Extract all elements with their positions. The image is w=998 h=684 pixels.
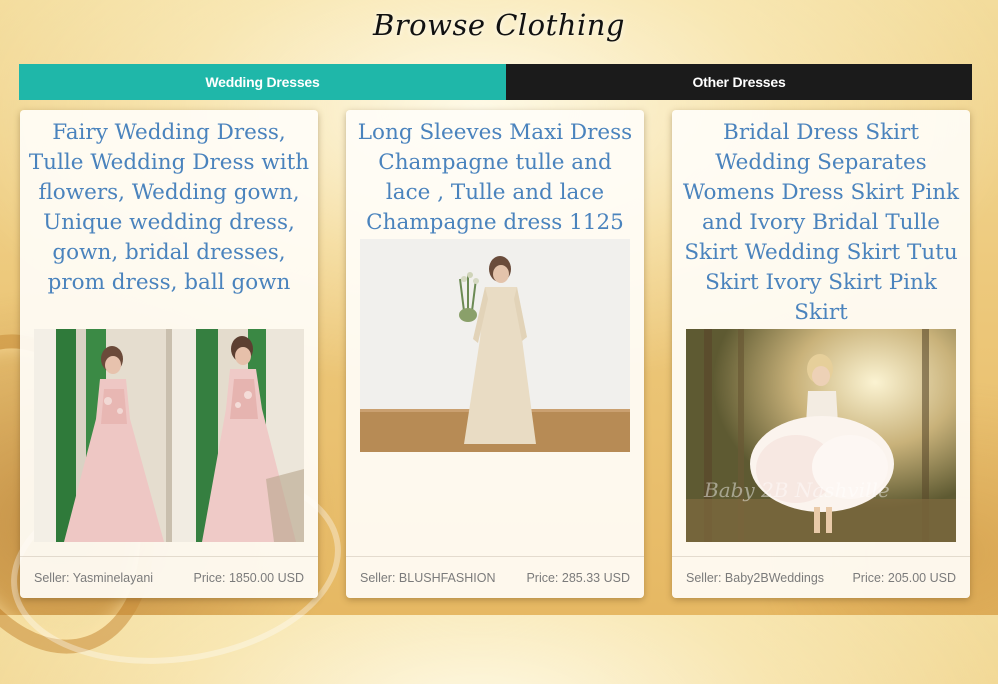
price-label: Price:	[193, 570, 226, 585]
product-card[interactable]: Fairy Wedding Dress, Tulle Wedding Dress…	[20, 110, 318, 598]
tab-other-dresses[interactable]: Other Dresses	[506, 64, 972, 100]
seller-info: Seller: Yasminelayani	[34, 571, 153, 585]
tab-wedding-dresses[interactable]: Wedding Dresses	[19, 64, 506, 100]
price-value: 205.00 USD	[887, 570, 956, 585]
price-label: Price:	[526, 570, 559, 585]
seller-info: Seller: BLUSHFASHION	[360, 571, 495, 585]
price-label: Price:	[852, 570, 885, 585]
page-title: Browse Clothing	[373, 8, 625, 42]
seller-label: Seller:	[686, 570, 722, 585]
seller-name: Baby2BWeddings	[724, 570, 825, 585]
image-watermark: Baby 2B Nashville	[703, 478, 890, 502]
product-footer: Seller: BLUSHFASHION Price: 285.33 USD	[346, 556, 644, 598]
price-value: 285.33 USD	[561, 570, 630, 585]
product-image[interactable]	[34, 329, 304, 542]
product-footer: Seller: Yasminelayani Price: 1850.00 USD	[20, 556, 318, 598]
price-info: Price: 285.33 USD	[526, 571, 630, 585]
product-title-link[interactable]: Bridal Dress Skirt Wedding Separates Wom…	[680, 118, 962, 328]
product-card[interactable]: Long Sleeves Maxi Dress Champagne tulle …	[346, 110, 644, 598]
seller-label: Seller:	[360, 570, 396, 585]
seller-info: Seller: Baby2BWeddings	[686, 571, 824, 585]
seller-label: Seller:	[34, 570, 70, 585]
product-grid: Fairy Wedding Dress, Tulle Wedding Dress…	[20, 110, 980, 600]
product-card[interactable]: Bridal Dress Skirt Wedding Separates Wom…	[672, 110, 970, 598]
price-value: 1850.00 USD	[228, 570, 304, 585]
price-info: Price: 1850.00 USD	[194, 571, 305, 585]
product-footer: Seller: Baby2BWeddings Price: 205.00 USD	[672, 556, 970, 598]
product-image[interactable]: Baby 2B Nashville	[686, 329, 956, 542]
seller-name: Yasminelayani	[72, 570, 154, 585]
category-tabs: Wedding Dresses Other Dresses	[19, 64, 972, 100]
product-image[interactable]	[360, 239, 630, 452]
product-title-link[interactable]: Fairy Wedding Dress, Tulle Wedding Dress…	[28, 118, 310, 298]
seller-name: BLUSHFASHION	[398, 570, 496, 585]
product-title-link[interactable]: Long Sleeves Maxi Dress Champagne tulle …	[354, 118, 636, 238]
price-info: Price: 205.00 USD	[852, 571, 956, 585]
